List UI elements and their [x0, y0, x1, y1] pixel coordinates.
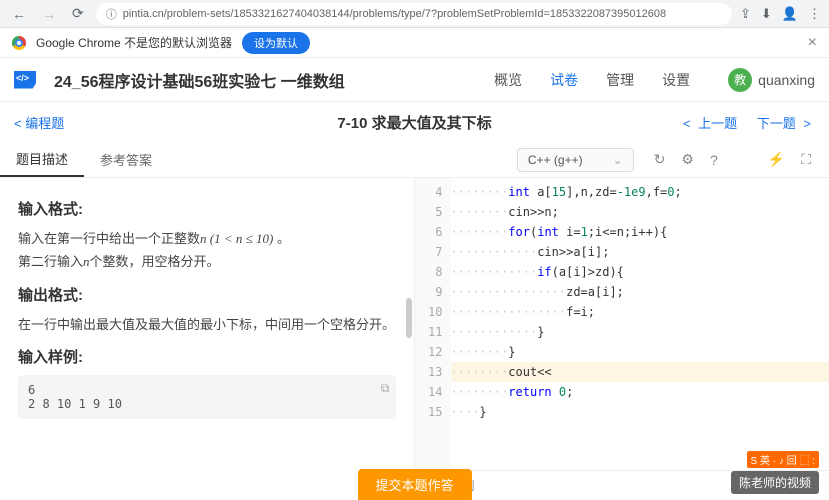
input-format-heading: 输入格式: [18, 198, 396, 219]
sample-input-heading: 输入样例: [18, 346, 396, 367]
menu-icon[interactable]: ⋮ [808, 6, 821, 22]
content-tabs: 题目描述 参考答案 C++ (g++) ⌄ ↻ ⚙ ? ⚡ ⛶ [0, 142, 829, 178]
breadcrumb[interactable]: < 编程题 [14, 113, 64, 132]
share-icon[interactable]: ⇪ [740, 6, 751, 22]
gear-icon[interactable]: ⚙ [675, 147, 700, 172]
history-icon[interactable]: ↻ [648, 147, 672, 172]
language-select[interactable]: C++ (g++) ⌄ [517, 148, 634, 172]
tab-exam[interactable]: 试卷 [550, 70, 578, 90]
fullscreen-icon[interactable]: ⛶ [795, 147, 817, 172]
profile-icon[interactable]: 👤 [782, 6, 798, 22]
prev-problem-link[interactable]: < 上一题 [683, 116, 741, 131]
problem-nav: < 编程题 7-10 求最大值及其下标 < 上一题 下一题 > [0, 102, 829, 142]
back-icon[interactable]: ← [8, 4, 30, 24]
site-logo-icon[interactable] [14, 71, 36, 89]
output-format-text: 在一行中输出最大值及最大值的最小下标，中间用一个空格分开。 [18, 313, 396, 336]
language-label: C++ (g++) [528, 153, 583, 167]
page-header: 24_56程序设计基础56班实验七 一维数组 概览 试卷 管理 设置 教 qua… [0, 58, 829, 102]
next-problem-link[interactable]: 下一题 > [753, 116, 811, 131]
output-format-heading: 输出格式: [18, 284, 396, 305]
tab-manage[interactable]: 管理 [606, 70, 634, 90]
main-content: 输入格式: 输入在第一行中给出一个正整数n (1 < n ≤ 10) 。 第二行… [0, 178, 829, 500]
default-browser-infobar: Google Chrome 不是您的默认浏览器 设为默认 × [0, 28, 829, 58]
copy-icon[interactable]: ⧉ [381, 381, 390, 396]
problem-panel: 输入格式: 输入在第一行中给出一个正整数n (1 < n ≤ 10) 。 第二行… [0, 178, 415, 500]
tab-description[interactable]: 题目描述 [0, 142, 84, 177]
code-editor[interactable]: 456789101112131415 ········int a[15],n,z… [415, 178, 829, 470]
line-gutter: 456789101112131415 [415, 178, 451, 470]
forward-icon[interactable]: → [38, 4, 60, 24]
video-watermark: 陈老师的视频 [731, 471, 819, 494]
submit-button[interactable]: 提交本题作答 [357, 469, 471, 500]
sample-input-box: ⧉ 6 2 8 10 1 9 10 [18, 375, 396, 419]
infobar-text: Google Chrome 不是您的默认浏览器 [36, 34, 232, 51]
code-content[interactable]: ········int a[15],n,zd=-1e9,f=0;········… [451, 178, 829, 470]
tab-overview[interactable]: 概览 [494, 70, 522, 90]
help-icon[interactable]: ? [704, 148, 724, 172]
avatar: 教 [728, 68, 752, 92]
site-info-icon[interactable]: ⓘ [106, 6, 117, 22]
scrollbar[interactable] [406, 298, 412, 338]
user-menu[interactable]: 教 quanxing [728, 68, 815, 92]
reload-icon[interactable]: ⟳ [68, 3, 88, 24]
tab-settings[interactable]: 设置 [662, 70, 690, 90]
input-format-text: 输入在第一行中给出一个正整数n (1 < n ≤ 10) 。 第二行输入n个整数… [18, 227, 396, 274]
set-default-button[interactable]: 设为默认 [242, 32, 310, 54]
download-icon[interactable]: ⬇ [761, 6, 772, 22]
ime-indicator: S 英 · ♪ 回 ⬚ : [747, 451, 819, 468]
ai-icon[interactable]: ⚡ [762, 147, 791, 172]
address-bar[interactable]: ⓘ pintia.cn/problem-sets/185332162740403… [96, 3, 732, 25]
chrome-icon [12, 36, 26, 50]
page-title: 24_56程序设计基础56班实验七 一维数组 [54, 68, 345, 92]
browser-toolbar: ← → ⟳ ⓘ pintia.cn/problem-sets/185332162… [0, 0, 829, 28]
problem-title: 7-10 求最大值及其下标 [337, 112, 491, 133]
tab-answer[interactable]: 参考答案 [84, 142, 168, 177]
url-text: pintia.cn/problem-sets/18533216274040381… [123, 8, 666, 20]
chevron-down-icon: ⌄ [613, 153, 623, 167]
username: quanxing [758, 72, 815, 88]
close-icon[interactable]: × [808, 34, 817, 52]
